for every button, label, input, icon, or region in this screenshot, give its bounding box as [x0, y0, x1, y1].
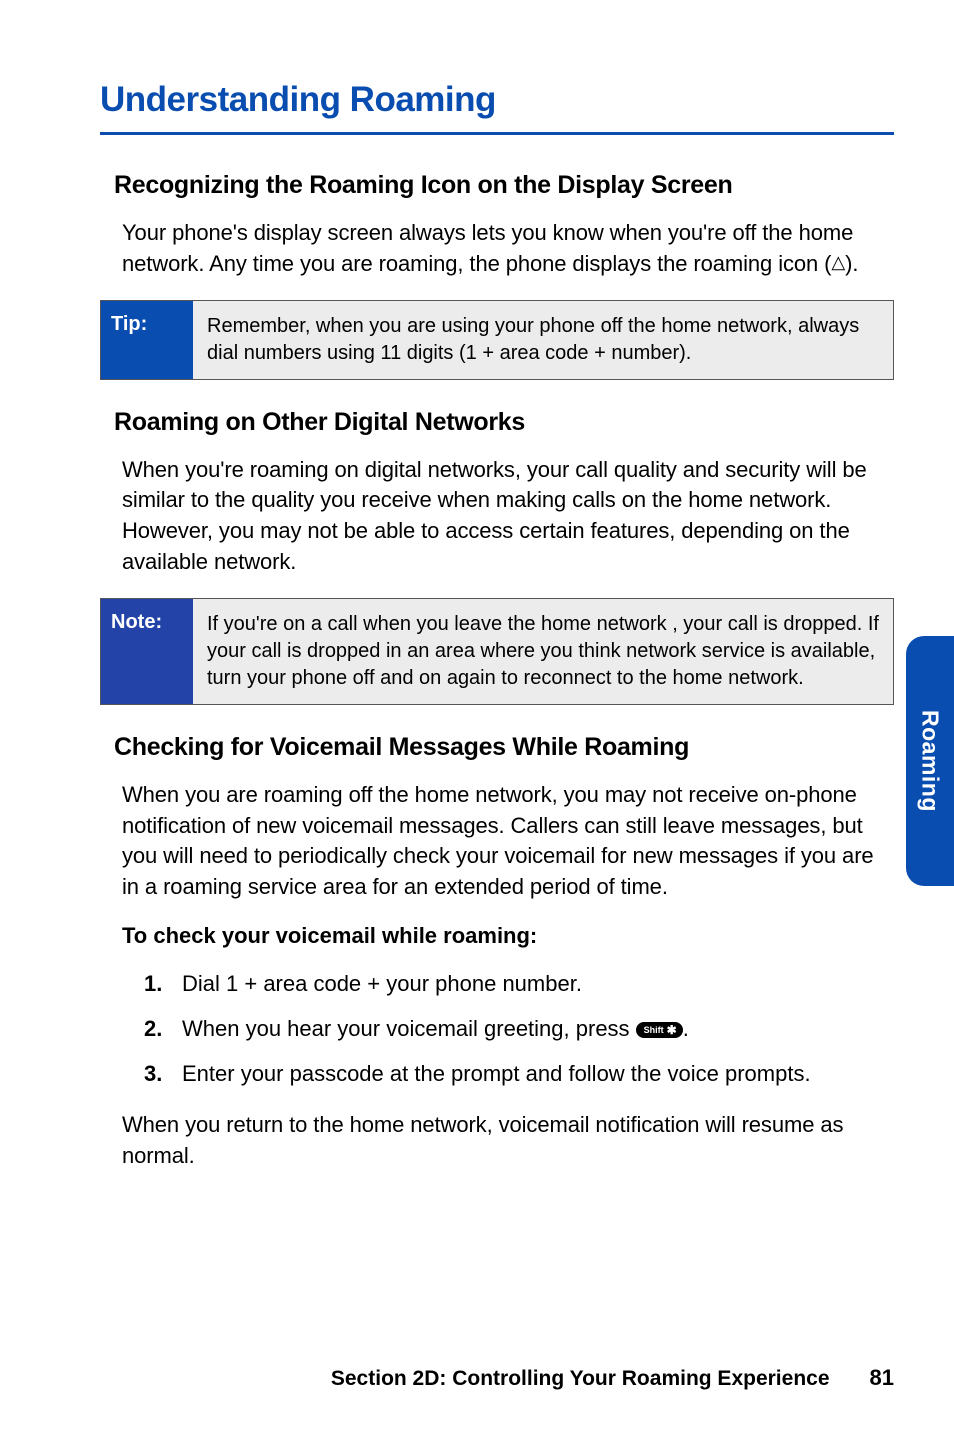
step-text: When you hear your voicemail greeting, p… [182, 1012, 689, 1045]
step-number: 1. [144, 967, 182, 1000]
side-tab-label: Roaming [917, 710, 944, 812]
text: Your phone's display screen always lets … [122, 220, 853, 276]
paragraph: When you're roaming on digital networks,… [122, 455, 894, 578]
section-heading-other-networks: Roaming on Other Digital Networks [114, 408, 894, 437]
paragraph: Your phone's display screen always lets … [122, 218, 894, 280]
section-heading-recognizing: Recognizing the Roaming Icon on the Disp… [114, 171, 894, 200]
text: When you hear your voicemail greeting, p… [182, 1016, 636, 1041]
tip-label: Tip: [101, 301, 193, 379]
shift-key-icon: Shift✱ [636, 1022, 683, 1038]
list-item: 1. Dial 1 + area code + your phone numbe… [144, 967, 894, 1000]
list-item: 2. When you hear your voicemail greeting… [144, 1012, 894, 1045]
tip-callout: Tip: Remember, when you are using your p… [100, 300, 894, 380]
text: ). [845, 251, 858, 276]
section-heading-voicemail: Checking for Voicemail Messages While Ro… [114, 733, 894, 762]
footer-section-title: Section 2D: Controlling Your Roaming Exp… [331, 1367, 830, 1391]
roaming-icon: △ [831, 250, 845, 275]
shift-label: Shift [644, 1026, 664, 1035]
note-callout: Note: If you're on a call when you leave… [100, 598, 894, 705]
steps-list: 1. Dial 1 + area code + your phone numbe… [144, 967, 894, 1090]
step-number: 2. [144, 1012, 182, 1045]
paragraph: When you are roaming off the home networ… [122, 780, 894, 903]
text: . [683, 1016, 689, 1041]
sub-heading: To check your voicemail while roaming: [122, 923, 894, 949]
step-text: Enter your passcode at the prompt and fo… [182, 1057, 811, 1090]
note-label: Note: [101, 599, 193, 704]
list-item: 3. Enter your passcode at the prompt and… [144, 1057, 894, 1090]
page-title: Understanding Roaming [100, 80, 894, 135]
asterisk-icon: ✱ [667, 1024, 677, 1036]
paragraph: When you return to the home network, voi… [122, 1110, 894, 1172]
footer-page-number: 81 [870, 1365, 894, 1391]
step-text: Dial 1 + area code + your phone number. [182, 967, 582, 1000]
side-tab: Roaming [906, 636, 954, 886]
tip-body: Remember, when you are using your phone … [193, 301, 893, 379]
step-number: 3. [144, 1057, 182, 1090]
note-body: If you're on a call when you leave the h… [193, 599, 893, 704]
page-footer: Section 2D: Controlling Your Roaming Exp… [100, 1365, 894, 1391]
